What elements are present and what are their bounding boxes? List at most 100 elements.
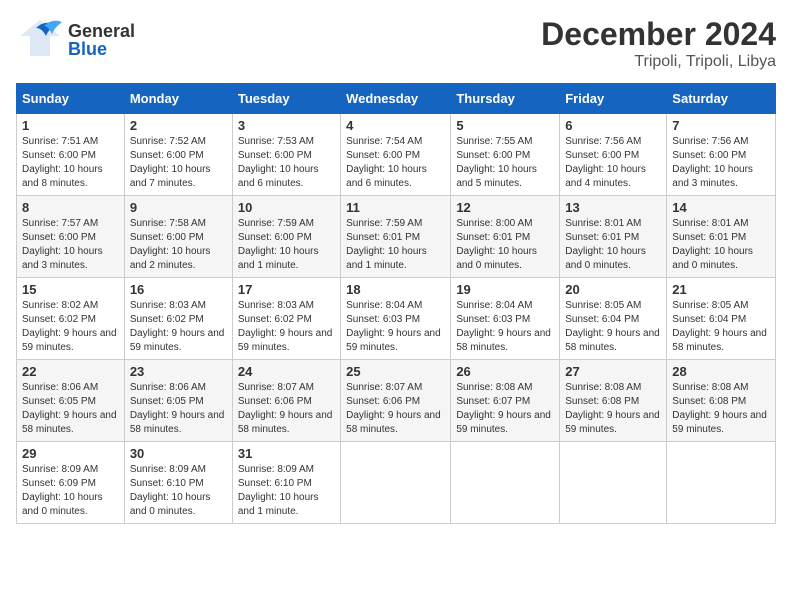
logo-general: General — [68, 22, 135, 40]
day-header-monday: Monday — [124, 84, 232, 114]
calendar-cell — [341, 442, 451, 524]
day-info: Sunrise: 7:56 AMSunset: 6:00 PMDaylight:… — [565, 136, 646, 189]
day-number: 19 — [456, 282, 554, 297]
day-info: Sunrise: 8:08 AMSunset: 6:08 PMDaylight:… — [672, 382, 767, 435]
day-info: Sunrise: 8:04 AMSunset: 6:03 PMDaylight:… — [456, 300, 551, 353]
day-number: 23 — [130, 364, 227, 379]
calendar-cell: 9 Sunrise: 7:58 AMSunset: 6:00 PMDaylight… — [124, 196, 232, 278]
day-info: Sunrise: 7:59 AMSunset: 6:01 PMDaylight:… — [346, 218, 427, 271]
week-row-2: 8 Sunrise: 7:57 AMSunset: 6:00 PMDaylight… — [17, 196, 776, 278]
day-number: 26 — [456, 364, 554, 379]
day-number: 24 — [238, 364, 335, 379]
calendar-cell: 15 Sunrise: 8:02 AMSunset: 6:02 PMDayligh… — [17, 278, 125, 360]
day-info: Sunrise: 8:00 AMSunset: 6:01 PMDaylight:… — [456, 218, 537, 271]
calendar-cell: 12 Sunrise: 8:00 AMSunset: 6:01 PMDayligh… — [451, 196, 560, 278]
day-number: 9 — [130, 200, 227, 215]
day-number: 4 — [346, 118, 445, 133]
day-info: Sunrise: 7:55 AMSunset: 6:00 PMDaylight:… — [456, 136, 537, 189]
day-number: 15 — [22, 282, 119, 297]
bird-icon — [16, 18, 64, 58]
day-number: 28 — [672, 364, 770, 379]
day-info: Sunrise: 8:03 AMSunset: 6:02 PMDaylight:… — [238, 300, 333, 353]
logo-blue: Blue — [68, 40, 135, 58]
calendar-cell: 27 Sunrise: 8:08 AMSunset: 6:08 PMDayligh… — [560, 360, 667, 442]
calendar-cell: 18Sunrise: 8:04 AMSunset: 6:03 PMDayligh… — [341, 278, 451, 360]
day-header-wednesday: Wednesday — [341, 84, 451, 114]
calendar-cell: 31Sunrise: 8:09 AMSunset: 6:10 PMDayligh… — [232, 442, 340, 524]
day-info: Sunrise: 8:07 AMSunset: 6:06 PMDaylight:… — [346, 382, 441, 435]
calendar-cell — [560, 442, 667, 524]
calendar-cell: 2 Sunrise: 7:52 AMSunset: 6:00 PMDaylight… — [124, 114, 232, 196]
day-number: 10 — [238, 200, 335, 215]
week-row-5: 29 Sunrise: 8:09 AMSunset: 6:09 PMDayligh… — [17, 442, 776, 524]
week-row-1: 1 Sunrise: 7:51 AMSunset: 6:00 PMDaylight… — [17, 114, 776, 196]
day-header-tuesday: Tuesday — [232, 84, 340, 114]
calendar-cell: 24 Sunrise: 8:07 AMSunset: 6:06 PMDayligh… — [232, 360, 340, 442]
calendar-cell: 25Sunrise: 8:07 AMSunset: 6:06 PMDayligh… — [341, 360, 451, 442]
day-info: Sunrise: 7:54 AMSunset: 6:00 PMDaylight:… — [346, 136, 427, 189]
title-block: December 2024 Tripoli, Tripoli, Libya — [541, 16, 776, 71]
calendar-cell: 19 Sunrise: 8:04 AMSunset: 6:03 PMDayligh… — [451, 278, 560, 360]
calendar-cell: 5Sunrise: 7:55 AMSunset: 6:00 PMDaylight… — [451, 114, 560, 196]
calendar-cell: 13Sunrise: 8:01 AMSunset: 6:01 PMDayligh… — [560, 196, 667, 278]
day-info: Sunrise: 8:04 AMSunset: 6:03 PMDaylight:… — [346, 300, 441, 353]
day-info: Sunrise: 7:58 AMSunset: 6:00 PMDaylight:… — [130, 218, 211, 271]
calendar-table: SundayMondayTuesdayWednesdayThursdayFrid… — [16, 83, 776, 524]
day-number: 6 — [565, 118, 661, 133]
day-info: Sunrise: 8:06 AMSunset: 6:05 PMDaylight:… — [130, 382, 225, 435]
day-info: Sunrise: 7:57 AMSunset: 6:00 PMDaylight:… — [22, 218, 103, 271]
day-info: Sunrise: 8:02 AMSunset: 6:02 PMDaylight:… — [22, 300, 117, 353]
calendar-cell: 16Sunrise: 8:03 AMSunset: 6:02 PMDayligh… — [124, 278, 232, 360]
day-info: Sunrise: 8:01 AMSunset: 6:01 PMDaylight:… — [672, 218, 753, 271]
day-info: Sunrise: 8:08 AMSunset: 6:07 PMDaylight:… — [456, 382, 551, 435]
day-number: 20 — [565, 282, 661, 297]
week-row-3: 15 Sunrise: 8:02 AMSunset: 6:02 PMDayligh… — [17, 278, 776, 360]
day-info: Sunrise: 8:05 AMSunset: 6:04 PMDaylight:… — [672, 300, 767, 353]
page-header: General Blue December 2024 Tripoli, Trip… — [16, 16, 776, 71]
day-number: 12 — [456, 200, 554, 215]
day-number: 7 — [672, 118, 770, 133]
page-title: December 2024 — [541, 16, 776, 53]
day-number: 17 — [238, 282, 335, 297]
day-number: 2 — [130, 118, 227, 133]
day-header-thursday: Thursday — [451, 84, 560, 114]
day-header-sunday: Sunday — [17, 84, 125, 114]
day-info: Sunrise: 8:09 AMSunset: 6:10 PMDaylight:… — [130, 464, 211, 517]
day-number: 27 — [565, 364, 661, 379]
calendar-cell: 3Sunrise: 7:53 AMSunset: 6:00 PMDaylight… — [232, 114, 340, 196]
days-header-row: SundayMondayTuesdayWednesdayThursdayFrid… — [17, 84, 776, 114]
calendar-cell: 30Sunrise: 8:09 AMSunset: 6:10 PMDayligh… — [124, 442, 232, 524]
day-number: 11 — [346, 200, 445, 215]
day-info: Sunrise: 7:52 AMSunset: 6:00 PMDaylight:… — [130, 136, 211, 189]
calendar-cell: 6 Sunrise: 7:56 AMSunset: 6:00 PMDaylight… — [560, 114, 667, 196]
calendar-cell: 11 Sunrise: 7:59 AMSunset: 6:01 PMDayligh… — [341, 196, 451, 278]
day-number: 8 — [22, 200, 119, 215]
day-info: Sunrise: 8:09 AMSunset: 6:10 PMDaylight:… — [238, 464, 319, 517]
day-info: Sunrise: 8:06 AMSunset: 6:05 PMDaylight:… — [22, 382, 117, 435]
day-info: Sunrise: 8:07 AMSunset: 6:06 PMDaylight:… — [238, 382, 333, 435]
day-number: 29 — [22, 446, 119, 461]
day-info: Sunrise: 8:08 AMSunset: 6:08 PMDaylight:… — [565, 382, 660, 435]
day-info: Sunrise: 8:03 AMSunset: 6:02 PMDaylight:… — [130, 300, 225, 353]
calendar-cell — [667, 442, 776, 524]
calendar-cell: 21Sunrise: 8:05 AMSunset: 6:04 PMDayligh… — [667, 278, 776, 360]
day-info: Sunrise: 7:56 AMSunset: 6:00 PMDaylight:… — [672, 136, 753, 189]
calendar-cell: 20Sunrise: 8:05 AMSunset: 6:04 PMDayligh… — [560, 278, 667, 360]
calendar-cell: 4 Sunrise: 7:54 AMSunset: 6:00 PMDaylight… — [341, 114, 451, 196]
calendar-cell: 8 Sunrise: 7:57 AMSunset: 6:00 PMDaylight… — [17, 196, 125, 278]
calendar-cell: 26 Sunrise: 8:08 AMSunset: 6:07 PMDayligh… — [451, 360, 560, 442]
day-info: Sunrise: 7:51 AMSunset: 6:00 PMDaylight:… — [22, 136, 103, 189]
logo-text: General Blue — [68, 22, 135, 58]
calendar-cell: 7 Sunrise: 7:56 AMSunset: 6:00 PMDaylight… — [667, 114, 776, 196]
day-number: 1 — [22, 118, 119, 133]
day-header-saturday: Saturday — [667, 84, 776, 114]
calendar-cell: 1 Sunrise: 7:51 AMSunset: 6:00 PMDaylight… — [17, 114, 125, 196]
calendar-cell: 23 Sunrise: 8:06 AMSunset: 6:05 PMDayligh… — [124, 360, 232, 442]
day-number: 14 — [672, 200, 770, 215]
day-info: Sunrise: 8:09 AMSunset: 6:09 PMDaylight:… — [22, 464, 103, 517]
day-number: 3 — [238, 118, 335, 133]
calendar-cell: 29 Sunrise: 8:09 AMSunset: 6:09 PMDayligh… — [17, 442, 125, 524]
calendar-cell: 14 Sunrise: 8:01 AMSunset: 6:01 PMDayligh… — [667, 196, 776, 278]
calendar-cell — [451, 442, 560, 524]
calendar-cell: 28 Sunrise: 8:08 AMSunset: 6:08 PMDayligh… — [667, 360, 776, 442]
